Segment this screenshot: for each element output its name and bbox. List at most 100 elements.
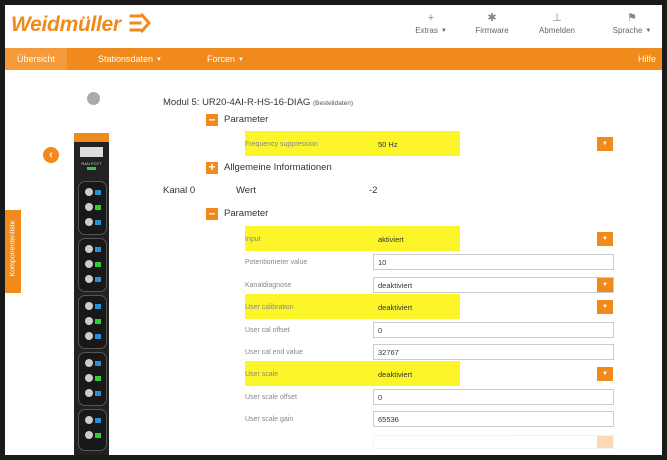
led-icon	[95, 376, 101, 381]
led-icon	[95, 190, 101, 195]
flag-icon: ⚑	[627, 12, 637, 24]
logout-label: Abmelden	[538, 26, 576, 35]
frequency-suppression-select[interactable]: 50 Hz ▼	[373, 136, 614, 152]
connector-icon	[85, 218, 93, 226]
nav-forcen[interactable]: Forcen ▼	[207, 48, 244, 70]
device-slot	[78, 295, 107, 349]
frequency-suppression-value: 50 Hz	[378, 140, 398, 149]
plus-icon: +	[427, 12, 435, 24]
param-value-user-calibration: deaktiviert	[378, 303, 413, 312]
param-label-user-scale: User scale	[245, 371, 279, 378]
channel-value: -2	[369, 185, 378, 196]
io-module-device[interactable]: RAN POTT	[74, 133, 109, 455]
connector-icon	[85, 245, 93, 253]
chevron-left-icon: ‹	[49, 149, 53, 161]
led-icon	[95, 277, 101, 282]
led-icon	[95, 319, 101, 324]
led-icon	[95, 220, 101, 225]
nav-forcen-label: Forcen	[207, 54, 236, 64]
chevron-down-icon	[597, 436, 613, 448]
connector-icon	[85, 332, 93, 340]
collapse-parameter-button[interactable]: –	[206, 112, 218, 126]
param-select-input[interactable]: aktiviert ▼	[373, 231, 614, 247]
minus-icon: –	[208, 112, 216, 126]
module-title-note: (Bestelldaten)	[312, 100, 354, 107]
param-select-user-scale[interactable]: deaktiviert ▼	[373, 366, 614, 382]
module-title-text: Modul 5: UR20-4AI-R-HS-16-DIAG	[163, 97, 311, 108]
firmware-label: Firmware	[475, 26, 509, 35]
nav-station-data[interactable]: Stationsdaten ▼	[98, 48, 162, 70]
param-label-potentiometer: Potentiometer value	[245, 259, 308, 266]
component-list-tab-label: Komponentenliste	[9, 220, 17, 277]
weidmueller-logo-mark-icon	[129, 12, 151, 34]
language-menu[interactable]: ⚑ Sprache ▼	[602, 11, 662, 35]
device-slot	[78, 238, 107, 292]
gear-icon: ✱	[487, 12, 497, 24]
param-label-user-cal-end-value: User cal end value	[245, 349, 303, 356]
extras-menu[interactable]: + Extras ▼	[401, 11, 461, 35]
connector-icon	[85, 188, 93, 196]
back-button[interactable]: ‹	[43, 147, 59, 163]
connector-icon	[85, 359, 93, 367]
collapse-channel-parameter-button[interactable]: –	[206, 206, 218, 220]
language-label: Sprache	[612, 26, 643, 35]
connector-icon	[85, 416, 93, 424]
plus-icon: +	[208, 160, 216, 174]
connector-icon	[85, 374, 93, 382]
led-icon	[95, 334, 101, 339]
module-parameter-label: Parameter	[224, 114, 269, 125]
led-icon	[95, 247, 101, 252]
minus-icon: –	[208, 206, 216, 220]
component-list-tab[interactable]: Komponentenliste	[5, 210, 21, 293]
chevron-down-icon: ▼	[440, 27, 447, 34]
extras-label: Extras	[415, 26, 438, 35]
param-input-user-scale-gain[interactable]: 65536	[373, 411, 614, 427]
param-label-user-cal-offset: User cal offset	[245, 327, 290, 334]
chevron-down-icon: ▼	[156, 56, 162, 63]
param-label-input: Input	[245, 236, 261, 243]
led-icon	[95, 304, 101, 309]
connector-icon	[85, 317, 93, 325]
frequency-suppression-label: Frequency suppression	[245, 141, 318, 148]
chevron-down-icon: ▼	[597, 278, 613, 292]
param-label-user-scale-gain: User scale gain	[245, 416, 294, 423]
firmware-menu[interactable]: ✱ Firmware	[462, 11, 522, 35]
nav-station-data-label: Stationsdaten	[98, 54, 154, 64]
param-value-channel-diagnosis: deaktiviert	[378, 281, 413, 290]
module-title: Modul 5: UR20-4AI-R-HS-16-DIAG (Bestelld…	[163, 97, 353, 108]
connector-icon	[85, 389, 93, 397]
chevron-down-icon: ▼	[597, 232, 613, 246]
weidmueller-logo: Weidmüller	[11, 13, 121, 36]
param-input-potentiometer[interactable]: 10	[373, 254, 614, 270]
param-select-user-calibration[interactable]: deaktiviert ▼	[373, 299, 614, 315]
general-info-label: Allgemeine Informationen	[224, 162, 332, 173]
partial-row-select	[373, 435, 614, 449]
connector-icon	[85, 275, 93, 283]
param-label-channel-diagnosis: Kanaldiagnose	[245, 282, 292, 289]
param-input-user-cal-end-value[interactable]: 32767	[373, 344, 614, 360]
led-icon	[95, 433, 101, 438]
param-value-user-scale: deaktiviert	[378, 370, 413, 379]
logout-icon: ⊥	[552, 12, 562, 24]
param-label-user-calibration: User calibration	[245, 304, 294, 311]
nav-help[interactable]: Hilfe	[638, 48, 656, 70]
device-status-text: RAN POTT	[81, 161, 102, 166]
param-label-user-scale-offset: User scale offset	[245, 394, 298, 401]
device-led-icon	[87, 167, 96, 170]
param-select-channel-diagnosis[interactable]: deaktiviert ▼	[373, 277, 614, 293]
channel-parameter-label: Parameter	[224, 208, 269, 219]
expand-general-info-button[interactable]: +	[206, 160, 218, 174]
led-icon	[95, 361, 101, 366]
param-input-user-cal-offset[interactable]: 0	[373, 322, 614, 338]
param-input-user-scale-offset[interactable]: 0	[373, 389, 614, 405]
top-header: Weidmüller + Extras ▼ ✱ Firmware ⊥ Abmeld…	[5, 5, 662, 48]
device-header	[74, 133, 109, 142]
led-icon	[95, 205, 101, 210]
chevron-down-icon: ▼	[597, 300, 613, 314]
logout-menu[interactable]: ⊥ Abmelden	[527, 11, 587, 35]
connector-icon	[85, 431, 93, 439]
channel-label: Kanal 0	[163, 185, 196, 196]
nav-overview[interactable]: Übersicht	[5, 48, 67, 70]
app-window: Weidmüller + Extras ▼ ✱ Firmware ⊥ Abmeld…	[5, 5, 662, 455]
main-nav: Übersicht Stationsdaten ▼ Forcen ▼ Hilfe	[5, 48, 662, 70]
